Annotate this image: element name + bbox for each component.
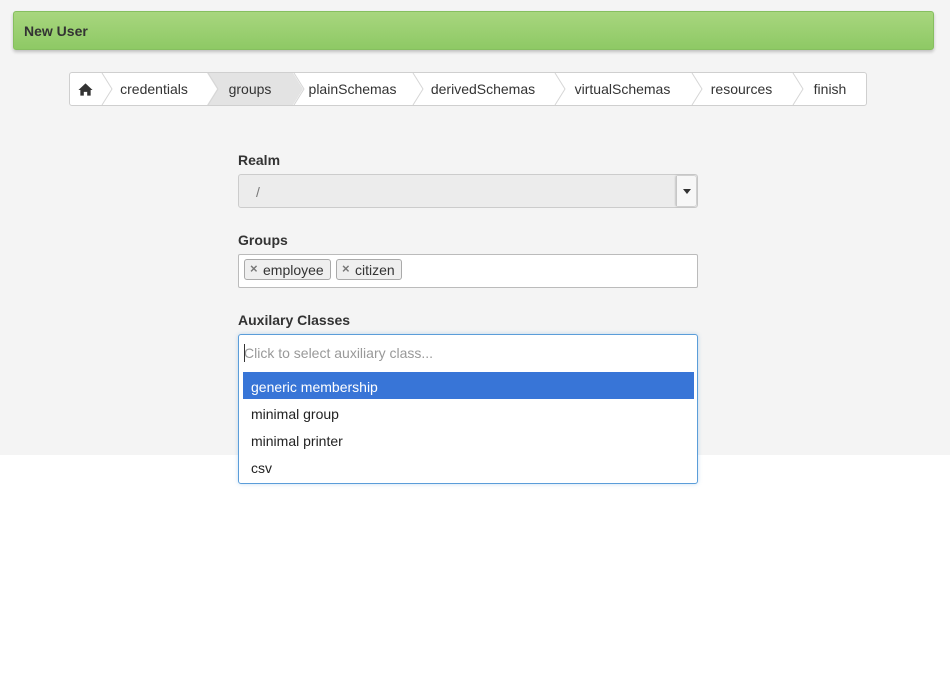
close-icon[interactable]: × (342, 260, 350, 278)
auxiliary-classes-label: Auxilary Classes (238, 312, 351, 328)
chevron-separator (101, 73, 113, 105)
realm-select[interactable]: / (238, 174, 698, 208)
chevron-separator (412, 73, 424, 105)
wizard-step-label: resources (710, 81, 773, 97)
wizard-step-virtualschemas[interactable]: virtualSchemas (554, 73, 691, 105)
group-tag-label: citizen (355, 262, 395, 278)
auxiliary-option-label: generic membership (251, 379, 378, 395)
group-tag: × citizen (336, 259, 402, 280)
auxiliary-option-label: minimal group (251, 406, 339, 422)
wizard-step-derivedschemas[interactable]: derivedSchemas (412, 73, 554, 105)
wizard-step-credentials[interactable]: credentials (101, 73, 207, 105)
auxiliary-option-label: minimal printer (251, 433, 343, 449)
chevron-separator (554, 73, 566, 105)
auxiliary-search-input[interactable]: Click to select auxiliary class... (244, 345, 433, 361)
group-tag-label: employee (263, 262, 324, 278)
home-icon (78, 82, 93, 96)
wizard-step-label: finish (813, 81, 847, 97)
auxiliary-option[interactable]: minimal printer (243, 426, 694, 453)
wizard-home-step[interactable] (70, 73, 101, 105)
page-header: New User (13, 11, 934, 50)
wizard-step-plainschemas[interactable]: plainSchemas (293, 73, 412, 105)
wizard-step-resources[interactable]: resources (691, 73, 792, 105)
page-title: New User (24, 23, 88, 39)
groups-label: Groups (238, 232, 288, 248)
text-caret (244, 344, 245, 362)
auxiliary-option-label: csv (251, 460, 272, 476)
auxiliary-option[interactable]: generic membership (243, 372, 694, 399)
chevron-separator (691, 73, 703, 105)
chevron-separator (792, 73, 804, 105)
chevron-separator (293, 73, 305, 105)
wizard-step-label: groups (228, 81, 272, 97)
auxiliary-option[interactable]: csv (243, 453, 694, 480)
groups-multiselect[interactable]: × employee × citizen (238, 254, 698, 288)
wizard-step-label: credentials (120, 81, 188, 97)
auxiliary-classes-dropdown[interactable]: Click to select auxiliary class... gener… (238, 334, 698, 484)
wizard-breadcrumb: credentials groups plainSchemas derivedS… (69, 72, 867, 106)
chevron-separator (207, 73, 219, 105)
group-tag: × employee (244, 259, 331, 280)
auxiliary-option[interactable]: minimal group (243, 399, 694, 426)
realm-label: Realm (238, 152, 281, 168)
wizard-step-label: derivedSchemas (430, 81, 536, 97)
close-icon[interactable]: × (250, 260, 258, 278)
realm-value: / (256, 184, 260, 200)
chevron-down-icon[interactable] (676, 176, 696, 206)
wizard-step-label: virtualSchemas (574, 81, 671, 97)
wizard-step-label: plainSchemas (308, 81, 397, 97)
